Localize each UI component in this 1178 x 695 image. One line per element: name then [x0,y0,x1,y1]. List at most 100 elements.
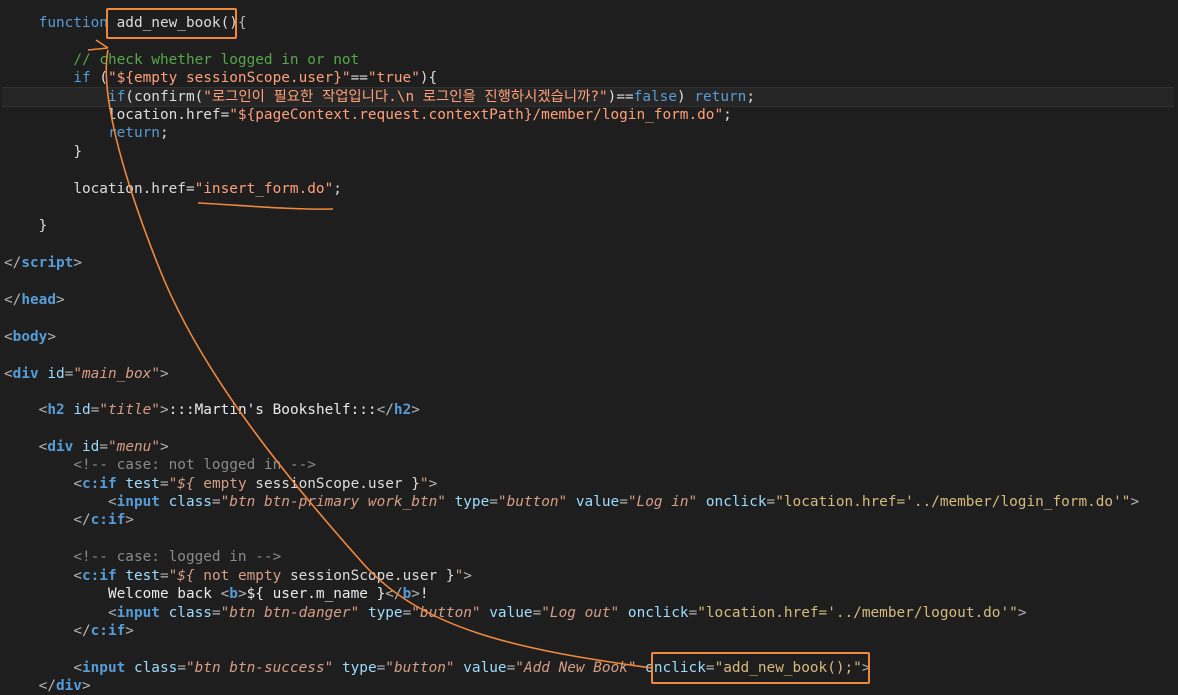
tag-name: c:if [90,512,126,528]
code-line-location-insert[interactable]: location.href="insert_form.do"; [4,180,1174,198]
h2-text: :::Martin's Bookshelf::: [168,402,377,418]
code-line-close-div[interactable]: </div> [4,677,1174,695]
el-keyword: empty [203,476,247,492]
tag-close: > [159,366,169,382]
brace-close: } [38,218,48,234]
attr-name: id [73,402,91,418]
welcome-text: Welcome back [107,586,221,602]
tag-name: c:if [81,476,117,492]
semicolon: ; [333,181,342,197]
code-line-html-comment-logged[interactable]: <!-- case: logged in --> [4,548,1174,566]
tag-name: c:if [81,568,117,584]
keyword-false: false [633,89,677,105]
string-literal: "${empty sessionScope.user}" [107,70,351,86]
code-editor[interactable]: function add_new_book(){ // check whethe… [0,0,1178,695]
code-line-add-book-input[interactable]: <input class="btn btn-success" type="but… [4,659,1174,677]
tag-name: c:if [90,623,126,639]
string-literal: "true" [367,70,420,86]
html-comment: <!-- case: not logged in --> [73,457,316,473]
code-line-cif-empty[interactable]: <c:if test="${ empty sessionScope.user }… [4,475,1174,493]
attr-name: test [125,476,160,492]
keyword-return: return [107,125,160,141]
tag-name: head [21,292,56,308]
code-line-cif-not-empty[interactable]: <c:if test="${ not empty sessionScope.us… [4,567,1174,585]
tag-close: > [47,329,56,345]
brace-open: { [237,15,247,31]
code-line-function-decl[interactable]: function add_new_book(){ [4,14,1174,32]
attr-value: "main_box" [73,366,160,382]
keyword-function: function [38,15,108,31]
code-line-title-h2[interactable]: <h2 id="title">:::Martin's Bookshelf:::<… [4,401,1174,419]
code-line-login-input[interactable]: <input class="btn btn-primary work_btn" … [4,493,1174,511]
html-comment: <!-- case: logged in --> [73,549,282,565]
attr-value: "title" [99,402,160,418]
onclick-value: "add_new_book();" [714,660,862,676]
attr-value: "menu" [108,439,160,455]
tag-close: > [73,255,82,271]
code-line-confirm-current[interactable]: if(confirm("로그인이 필요한 작업입니다.\n 로그인을 진행하시겠… [2,87,1174,108]
paren: ( [90,70,108,86]
semicolon: ; [723,107,732,123]
tag-name: input [81,660,126,676]
onclick-attr: onclick [645,660,706,676]
tag-name: body [12,329,48,345]
tag-name: h2 [393,402,412,418]
el-expression: sessionScope.user } [246,476,420,492]
location-assign: location.href= [107,107,230,123]
code-line-close-cif[interactable]: </c:if> [4,622,1174,640]
js-comment: // check whether logged in or not [73,52,360,68]
code-line-close-if[interactable]: } [4,143,1174,161]
tag-close: > [55,292,65,308]
confirm-call: (confirm( [125,89,204,105]
tag-open: </ [4,292,22,308]
code-line-comment[interactable]: // check whether logged in or not [4,51,1174,69]
brace-open: ){ [419,70,438,86]
attr-name: id [82,439,100,455]
el-expression: sessionScope.user } [281,568,455,584]
tag-name: input [116,494,160,510]
string-literal: "${pageContext.request.contextPath}/memb… [229,107,724,123]
tag-name: div [55,678,82,694]
code-line-close-head[interactable]: </head> [4,291,1174,309]
code-line-html-comment-not-logged[interactable]: <!-- case: not logged in --> [4,456,1174,474]
location-assign: location.href= [73,181,195,197]
tag-name: b [402,586,412,602]
code-line-close-function[interactable]: } [4,217,1174,235]
tag-name: input [116,605,160,621]
code-line-menu-div[interactable]: <div id="menu"> [4,438,1174,456]
code-line-close-script[interactable]: </script> [4,254,1174,272]
keyword-return: return [694,89,747,105]
code-line-open-body[interactable]: <body> [4,328,1174,346]
function-name: add_new_book() [107,15,238,31]
code-line-location-login[interactable]: location.href="${pageContext.request.con… [4,106,1174,124]
tag-name: script [21,255,74,271]
tag-name: b [229,586,238,602]
string-literal: "로그인이 필요한 작업입니다.\n 로그인을 진행하시겠습니까?" [203,89,608,105]
code-line-return[interactable]: return; [4,124,1174,142]
tag-open: < [4,366,13,382]
attr-name: id [47,366,65,382]
tag-name: div [12,366,39,382]
code-line-close-cif[interactable]: </c:if> [4,511,1174,529]
paren: ) [677,89,695,105]
brace-close: } [73,144,82,160]
keyword-if: if [73,70,91,86]
semicolon: ; [746,89,755,105]
operator: )== [607,89,634,105]
operator: == [350,70,368,86]
el-expression: ${ user.m_name } [246,586,386,602]
tag-name: div [47,439,74,455]
insert-form-string: "insert_form.do" [194,181,334,197]
keyword-if: if [107,89,126,105]
code-line-welcome[interactable]: Welcome back <b>${ user.m_name }</b>! [4,585,1174,603]
tag-open: </ [4,255,22,271]
semicolon: ; [159,125,169,141]
attr-name: test [125,568,160,584]
code-line-main-box-div[interactable]: <div id="main_box"> [4,365,1174,383]
tag-name: h2 [47,402,65,418]
tag-open: < [4,329,13,345]
el-keyword: not empty [203,568,282,584]
code-line-if-empty[interactable]: if ("${empty sessionScope.user}"=="true"… [4,69,1174,87]
code-line-logout-input[interactable]: <input class="btn btn-danger" type="butt… [4,604,1174,622]
